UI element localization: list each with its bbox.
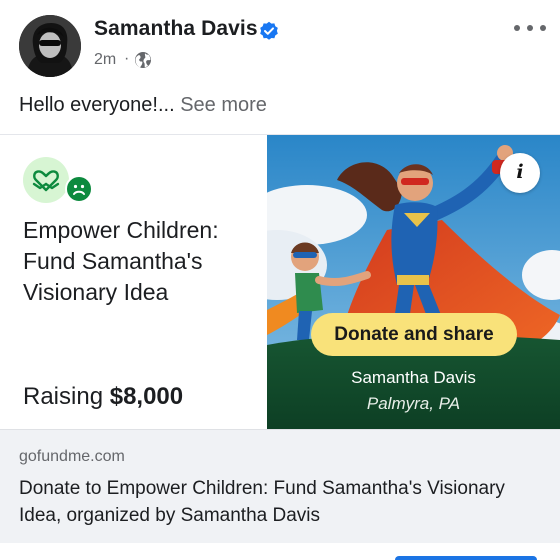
donate-and-share-button[interactable]: Donate and share [311, 313, 517, 356]
action-button-partial[interactable] [395, 556, 537, 560]
organizer-location: Palmyra, PA [366, 394, 461, 413]
heart-hands-glyph [32, 170, 60, 192]
author-name[interactable]: Samantha Davis [94, 17, 258, 41]
organizer-name: Samantha Davis [351, 368, 476, 387]
post-timestamp[interactable]: 2m [94, 51, 116, 69]
sad-face-icon [65, 175, 93, 203]
link-domain: gofundme.com [19, 448, 125, 465]
see-more-link[interactable]: See more [180, 94, 267, 116]
heart-hands-icon [23, 157, 69, 203]
fundraiser-goal: Raising $8,000 [23, 383, 183, 411]
post-text: Hello everyone!... See more [19, 94, 267, 117]
post-text-body: Hello everyone!... [19, 94, 175, 116]
link-title[interactable]: Donate to Empower Children: Fund Samanth… [19, 475, 549, 529]
donate-button-label: Donate and share [334, 324, 494, 345]
goal-amount: $8,000 [109, 383, 184, 410]
post-header: Samantha Davis 2m · [0, 0, 560, 90]
meta-separator: · [124, 50, 130, 67]
more-options-icon[interactable] [510, 16, 550, 38]
avatar-image [19, 15, 81, 77]
info-icon[interactable]: i [500, 153, 540, 193]
sad-face-glyph [73, 184, 85, 195]
raising-label: Raising [23, 383, 104, 410]
avatar[interactable] [19, 15, 81, 77]
info-glyph: i [516, 161, 524, 183]
link-preview[interactable]: gofundme.com Donate to Empower Children:… [0, 429, 560, 544]
verified-badge-icon [260, 21, 278, 40]
globe-icon [135, 52, 151, 68]
fundraiser-title[interactable]: Empower Children: Fund Samantha's Vision… [23, 215, 263, 308]
